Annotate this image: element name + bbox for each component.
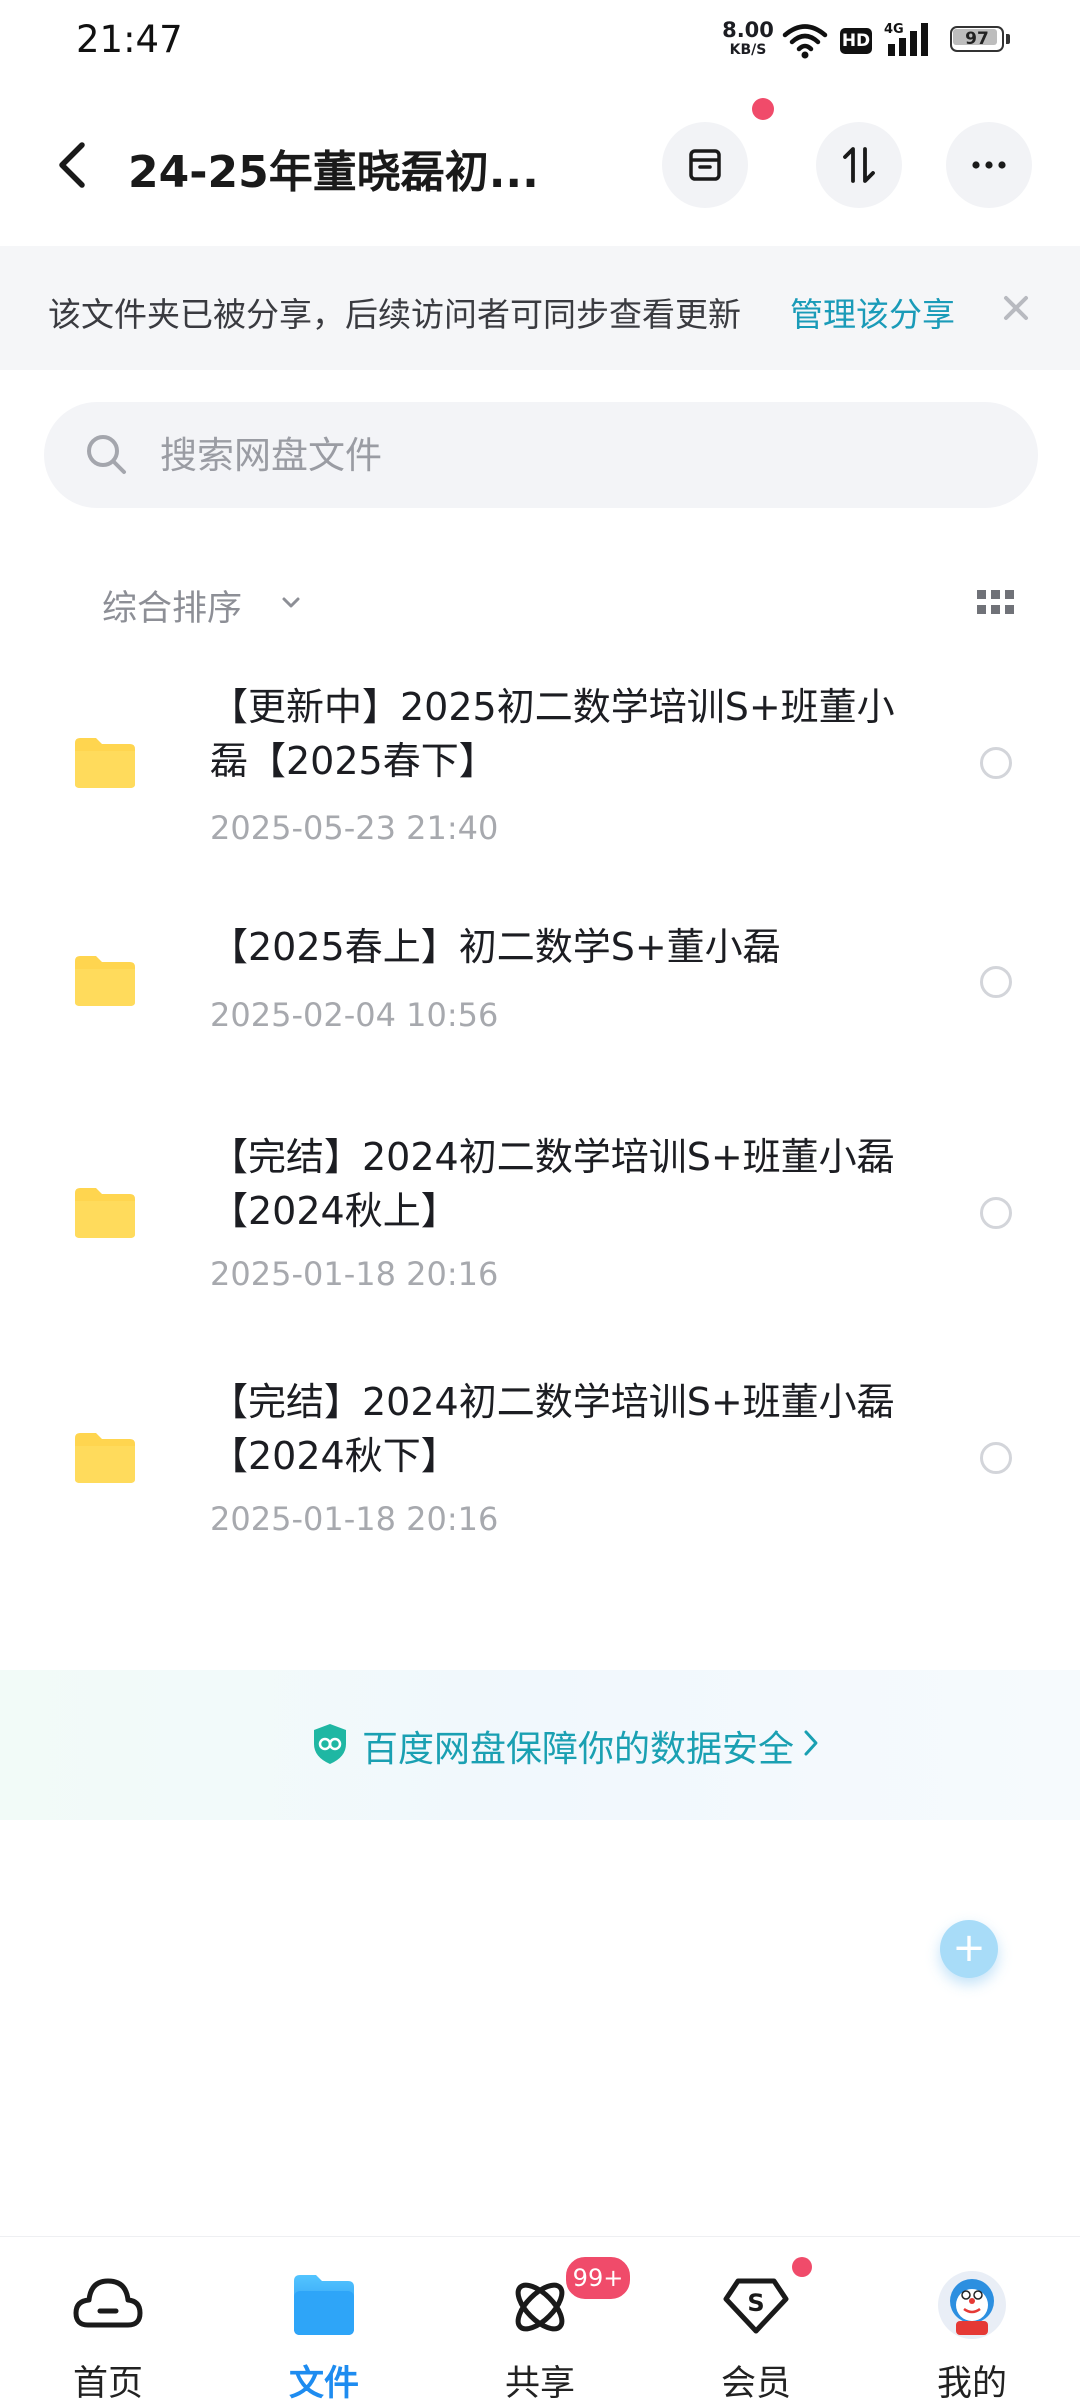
- close-icon[interactable]: [996, 288, 1036, 328]
- transfer-button[interactable]: [816, 122, 902, 208]
- folder-tab-icon: [294, 2275, 354, 2335]
- select-checkbox[interactable]: [980, 747, 1012, 779]
- battery-tip: [1006, 34, 1010, 44]
- shield-icon: [314, 1724, 346, 1764]
- list-item[interactable]: 【完结】2024初二数学培训S+班董小磊【2024秋下】 2025-01-18 …: [0, 1370, 1080, 1570]
- search-bar[interactable]: [44, 402, 1038, 508]
- grid-view-icon[interactable]: [976, 588, 1016, 618]
- nav-label: 首页: [72, 2364, 143, 2400]
- nav-item-profile[interactable]: 我的: [864, 2237, 1080, 2400]
- more-button[interactable]: [946, 122, 1032, 208]
- list-item[interactable]: 【2025春上】初二数学S+董小磊 2025-02-04 10:56: [0, 920, 1080, 1050]
- battery-level: 97: [965, 29, 989, 49]
- folder-icon: [75, 956, 135, 1006]
- network-speed-value: 8.00: [722, 18, 774, 42]
- cloud-home-icon: [73, 2278, 143, 2328]
- share-banner-text: 该文件夹已被分享，后续访问者可同步查看更新: [48, 295, 741, 334]
- nav-label: 我的: [936, 2364, 1007, 2400]
- nav-label: 会员: [720, 2364, 791, 2400]
- status-bar: 21:47 8.00 KB/S HD 4G 97: [0, 0, 1080, 80]
- list-item[interactable]: 【更新中】2025初二数学培训S+班董小磊【2025春下】 2025-05-23…: [0, 675, 1080, 875]
- page-title: 24-25年董晓磊初...: [128, 147, 539, 198]
- file-name: 【更新中】2025初二数学培训S+班董小磊【2025春下】: [210, 685, 895, 783]
- sort-dropdown[interactable]: 综合排序: [102, 580, 242, 631]
- network-speed: 8.00 KB/S: [720, 18, 776, 58]
- archive-icon: [689, 149, 721, 181]
- select-checkbox[interactable]: [980, 966, 1012, 998]
- wifi-icon: [782, 24, 828, 59]
- manage-share-link[interactable]: 管理该分享: [790, 288, 955, 336]
- network-speed-unit: KB/S: [729, 42, 767, 58]
- back-button[interactable]: [44, 135, 104, 195]
- search-input[interactable]: [160, 402, 960, 508]
- header: 24-25年董晓磊初...: [0, 90, 1080, 240]
- network-type: 4G: [884, 22, 904, 37]
- file-name: 【完结】2024初二数学培训S+班董小磊【2024秋下】: [210, 1380, 895, 1478]
- sort-row: 综合排序: [0, 570, 1080, 640]
- avatar: [938, 2271, 1006, 2339]
- nav-item-home[interactable]: 首页: [0, 2237, 216, 2400]
- share-banner: 该文件夹已被分享，后续访问者可同步查看更新 管理该分享: [0, 246, 1080, 370]
- nav-item-vip[interactable]: S 会员: [648, 2237, 864, 2400]
- nav-label: 共享: [504, 2364, 575, 2400]
- transfer-icon: [843, 147, 875, 183]
- file-date: 2025-05-23 21:40: [210, 809, 499, 847]
- list-item[interactable]: 【完结】2024初二数学培训S+班董小磊【2024秋上】 2025-01-18 …: [0, 1125, 1080, 1325]
- select-checkbox[interactable]: [980, 1442, 1012, 1474]
- bottom-nav: 首页 文件 共享 99+ S 会员 我的: [0, 2236, 1080, 2400]
- more-icon: [972, 161, 1006, 169]
- file-date: 2025-02-04 10:56: [210, 996, 499, 1034]
- notification-dot: [792, 2257, 812, 2277]
- folder-icon: [75, 738, 135, 788]
- battery-indicator: 97: [950, 26, 1012, 56]
- unread-badge: 99+: [564, 2255, 632, 2301]
- nav-label: 文件: [288, 2364, 359, 2400]
- security-banner[interactable]: 百度网盘保障你的数据安全: [0, 1670, 1080, 1820]
- file-date: 2025-01-18 20:16: [210, 1500, 499, 1538]
- screen: 21:47 8.00 KB/S HD 4G 97 24-25年董晓磊初... 该…: [0, 0, 1080, 2400]
- chevron-right-icon: [804, 1730, 818, 1756]
- security-text: 百度网盘保障你的数据安全: [362, 1729, 795, 1770]
- folder-icon: [75, 1188, 135, 1238]
- status-time: 21:47: [76, 18, 183, 61]
- chevron-down-icon[interactable]: [280, 592, 302, 614]
- select-checkbox[interactable]: [980, 1197, 1012, 1229]
- hd-badge: HD: [840, 28, 872, 54]
- folder-icon: [75, 1433, 135, 1483]
- svg-text:S: S: [747, 2289, 764, 2317]
- file-name: 【完结】2024初二数学培训S+班董小磊【2024秋上】: [210, 1135, 895, 1233]
- file-date: 2025-01-18 20:16: [210, 1255, 499, 1293]
- archive-button[interactable]: [662, 122, 748, 208]
- signal-icon: 4G: [884, 22, 928, 56]
- add-button[interactable]: +: [940, 1920, 998, 1978]
- nav-item-files[interactable]: 文件: [216, 2237, 432, 2400]
- notification-dot: [752, 98, 774, 120]
- vip-s-icon: S: [723, 2278, 789, 2334]
- file-name: 【2025春上】初二数学S+董小磊: [210, 925, 781, 969]
- add-icon: +: [952, 1925, 986, 1971]
- search-icon: [87, 435, 126, 474]
